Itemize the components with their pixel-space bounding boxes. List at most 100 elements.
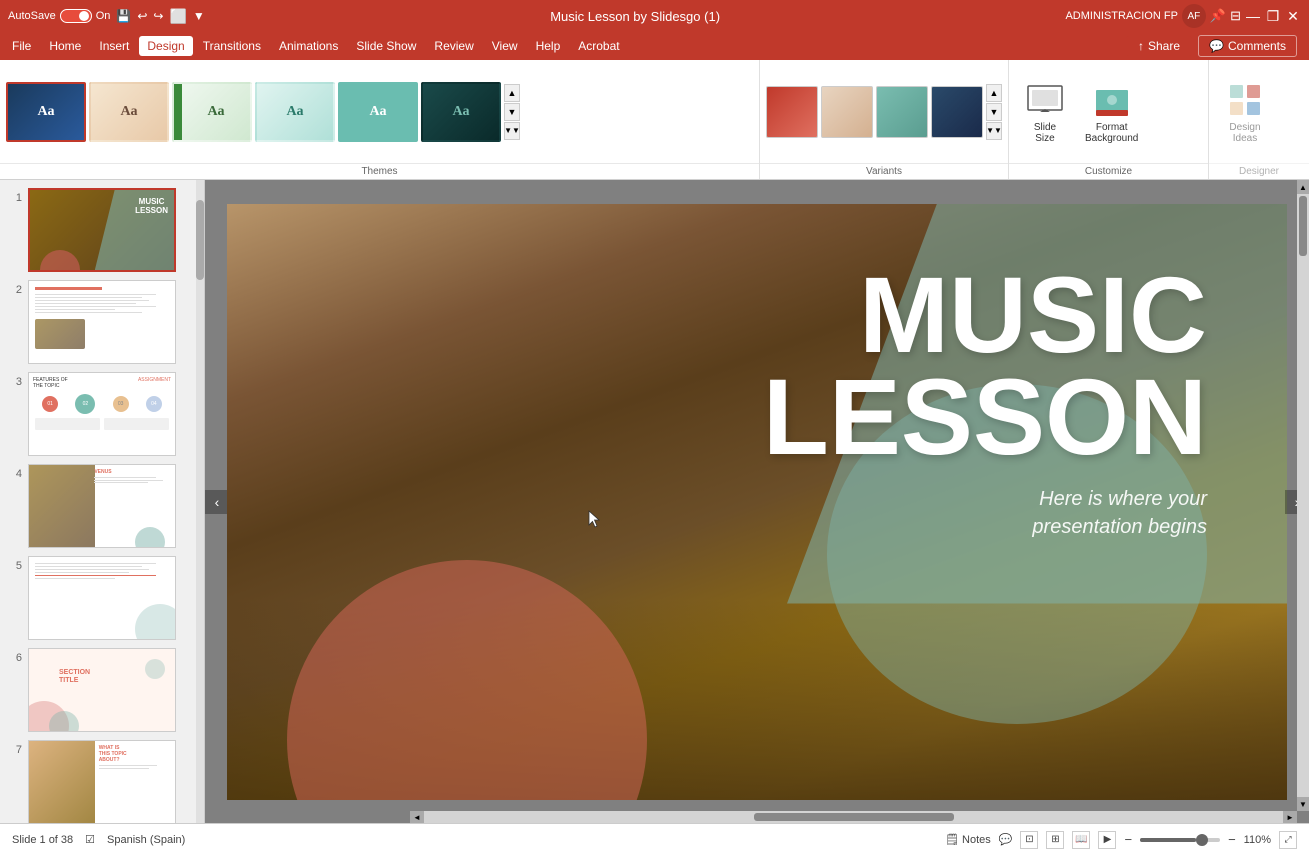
redo-icon[interactable]: ↪ [153,9,163,23]
autosave-toggle[interactable] [60,9,92,23]
menu-bar: File Home Insert Design Transitions Anim… [0,32,1309,60]
design-ideas-button[interactable]: DesignIdeas [1225,80,1265,144]
variant-3[interactable] [876,86,928,138]
minimize-button[interactable]: — [1245,8,1261,24]
zoom-in-button[interactable]: − [1228,833,1236,846]
horizontal-scrollbar[interactable]: ◄ ► [410,811,1297,823]
normal-view-button[interactable]: ⊡ [1020,831,1038,849]
slide-thumb-1[interactable]: MUSICLESSON [28,188,176,272]
comments-status-button[interactable]: 💬 [999,833,1013,846]
cursor [587,509,601,532]
variants-scroll-down[interactable]: ▼ [986,103,1002,121]
menu-review[interactable]: Review [426,36,481,56]
menu-home[interactable]: Home [41,36,89,56]
canvas-area: ‹ MUSIC LESSON Here is where yourpresent… [205,180,1309,823]
slide-panel-scroll[interactable]: 1 MUSICLESSON 2 [0,180,204,823]
slide-thumb-3[interactable]: FEATURES OFTHE TOPIC 01 02 03 04 ASSIGNM… [28,372,176,456]
slide-item-3[interactable]: 3 FEATURES OFTHE TOPIC 01 02 03 04 [0,368,204,460]
close-button[interactable]: ✕ [1285,8,1301,24]
themes-expand[interactable]: ▼▼ [504,122,520,140]
title-bar: AutoSave On 💾 ↩ ↪ ⬜ ▼ Music Lesson by Sl… [0,0,1309,32]
ribbon-pin-icon[interactable]: 📌 [1210,8,1226,24]
menu-transitions[interactable]: Transitions [195,36,269,56]
slide-thumb-7[interactable]: WHAT ISTHIS TOPICABOUT? [28,740,176,823]
main-area: 1 MUSICLESSON 2 [0,180,1309,823]
slide-item-5[interactable]: 5 [0,552,204,644]
themes-scroll-down[interactable]: ▼ [504,103,520,121]
theme-dark-teal[interactable]: Aa [421,82,501,142]
theme-dark-blue[interactable]: Aa [6,82,86,142]
admin-label: ADMINISTRACION FP [1065,10,1177,22]
slide-num-4: 4 [8,464,22,480]
theme-green-lines[interactable]: Aa [172,82,252,142]
slide-num-2: 2 [8,280,22,296]
variant-4[interactable] [931,86,983,138]
slide-num-1: 1 [8,188,22,204]
slide-item-6[interactable]: 6 SECTIONTITLE [0,644,204,736]
comments-button[interactable]: 💬 Comments [1198,35,1297,57]
slide-thumb-2[interactable] [28,280,176,364]
slide-item-2[interactable]: 2 [0,276,204,368]
slide-thumb-6[interactable]: SECTIONTITLE [28,648,176,732]
title-bar-right: ADMINISTRACION FP AF 📌 ⊟ — ❐ ✕ [1065,4,1301,28]
format-background-label: FormatBackground [1085,122,1138,144]
zoom-slider[interactable] [1140,838,1220,842]
user-avatar[interactable]: AF [1182,4,1206,28]
status-right: 🗒 Notes 💬 ⊡ ⊞ 📖 ▶ − − 110% ⤢ [945,831,1297,849]
menu-insert[interactable]: Insert [91,36,137,56]
save-icon[interactable]: 💾 [116,9,131,23]
slide-size-button[interactable]: SlideSize [1025,80,1065,144]
menu-view[interactable]: View [484,36,526,56]
theme-teal-pattern[interactable]: Aa [338,82,418,142]
menu-animations[interactable]: Animations [271,36,346,56]
comments-label: Comments [1228,39,1286,53]
reading-view-button[interactable]: 📖 [1072,831,1090,849]
panel-scrollbar-thumb [196,200,204,280]
variants-expand[interactable]: ▼▼ [986,122,1002,140]
variant-1[interactable] [766,86,818,138]
slide-num-7: 7 [8,740,22,756]
zoom-out-button[interactable]: − [1124,833,1132,846]
comments-icon: 💬 [1209,39,1224,53]
slide-item-1[interactable]: 1 MUSICLESSON [0,184,204,276]
menu-file[interactable]: File [4,36,39,56]
menu-help[interactable]: Help [528,36,569,56]
themes-scroll-up[interactable]: ▲ [504,84,520,102]
autosave-area: AutoSave On [8,9,110,23]
slide-panel: 1 MUSICLESSON 2 [0,180,205,823]
quick-access-dropdown[interactable]: ▼ [193,9,205,23]
slide-thumb-5[interactable] [28,556,176,640]
slideshow-button[interactable]: ▶ [1098,831,1116,849]
slide-num-3: 3 [8,372,22,388]
share-button[interactable]: ↑ Share [1126,36,1192,56]
slide-item-4[interactable]: 4 VENUS [0,460,204,552]
panel-scrollbar[interactable] [196,180,204,823]
notes-button[interactable]: 🗒 Notes [945,833,991,846]
theme-teal[interactable]: Aa [255,82,335,142]
variant-2[interactable] [821,86,873,138]
present-icon[interactable]: ⬜ [169,8,186,25]
restore-button[interactable]: ❐ [1265,8,1281,24]
ribbon: Aa Aa Aa Aa Aa Aa ▲ [0,60,1309,180]
theme-warm[interactable]: Aa [89,82,169,142]
undo-icon[interactable]: ↩ [137,9,147,23]
window-title: Music Lesson by Slidesgo (1) [550,9,720,24]
menu-slideshow[interactable]: Slide Show [348,36,424,56]
slide-sorter-button[interactable]: ⊞ [1046,831,1064,849]
slide-item-7[interactable]: 7 WHAT ISTHIS TOPICABOUT? [0,736,204,823]
vertical-scrollbar[interactable]: ▲ ▼ [1297,180,1309,811]
ribbon-mode-icon[interactable]: ⊟ [1230,8,1241,24]
menu-acrobat[interactable]: Acrobat [570,36,627,56]
designer-section-label: Designer [1209,163,1309,179]
format-background-button[interactable]: FormatBackground [1085,80,1138,144]
variants-scroll-up[interactable]: ▲ [986,84,1002,102]
canvas-nav-left[interactable]: ‹ [205,490,229,514]
language: Spanish (Spain) [107,834,185,846]
menu-design[interactable]: Design [139,36,192,56]
fit-slide-button[interactable]: ⤢ [1279,831,1297,849]
status-bar: Slide 1 of 38 ☑ Spanish (Spain) 🗒 Notes … [0,823,1309,855]
notes-icon: 🗒 [945,833,959,846]
share-label: Share [1148,39,1180,53]
accessibility-icon[interactable]: ☑ [85,833,95,846]
slide-thumb-4[interactable]: VENUS [28,464,176,548]
